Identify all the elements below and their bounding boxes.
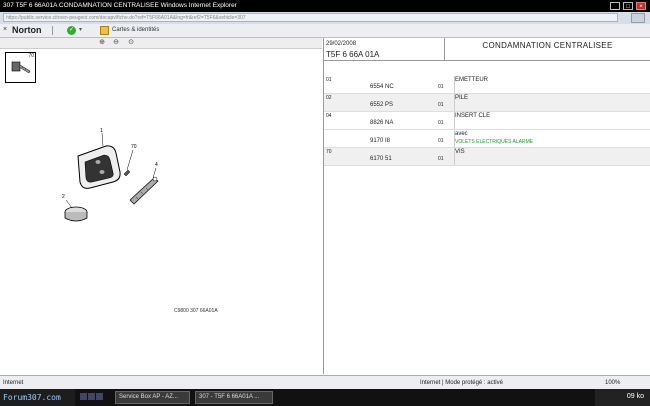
catalog-date: 29/02/2008 (326, 41, 357, 47)
item-number: 04 (326, 113, 332, 119)
parts-table: 01 6554 NC 01 EMETTEUR 02 6552 PS 01 PIL… (324, 76, 650, 166)
zoom-out-icon[interactable]: ⊖ (112, 39, 120, 47)
browser-icon[interactable] (88, 393, 95, 400)
part-description: EMETTEUR (455, 77, 488, 83)
zoom-fit-icon[interactable]: ⊙ (127, 39, 135, 47)
parts-pane: 29/02/2008 T5F 6 66A 01A CONDAMNATION CE… (324, 38, 650, 374)
part-description: INSERT CLE (455, 113, 491, 119)
table-row[interactable]: 04 8826 NA 01 INSERT CLE (324, 112, 650, 130)
status-bar: Internet Internet | Mode protégé : activ… (0, 375, 650, 390)
safe-web-check-icon[interactable]: ✓ (67, 26, 76, 35)
part-quantity: 01 (438, 84, 444, 90)
zoom-in-icon[interactable]: ⊕ (98, 39, 106, 47)
key-insert-shape (129, 176, 159, 205)
diagram-label-70: 70 (131, 144, 137, 150)
part-reference[interactable]: 6170 51 (370, 156, 392, 162)
close-button[interactable]: × (636, 2, 646, 10)
screw-shape (123, 169, 131, 177)
part-reference[interactable]: 8826 NA (370, 120, 393, 126)
window-titlebar: 307 T5F 6 66A01A CONDAMNATION CENTRALISE… (0, 0, 650, 12)
table-row[interactable]: 9170 I8 01 avec VOLETS ELECTRIQUES ALARM… (324, 130, 650, 148)
part-thumbnail[interactable]: 70 (5, 52, 36, 83)
status-text: Internet (3, 380, 24, 386)
toolbar-divider (52, 26, 53, 35)
item-number: 01 (326, 77, 332, 83)
diagram-label-2: 2 (62, 194, 65, 200)
part-description: VIS (455, 149, 465, 155)
norton-logo: Norton (12, 25, 42, 35)
start-button[interactable]: Forum307.com (0, 389, 75, 406)
part-reference[interactable]: 6552 PS (370, 102, 393, 108)
diagram-pane: ⊕ ⊖ ⊙ 70 1 2 70 4 C9800 307 66A01A (0, 38, 322, 374)
thumbnail-number: 70 (28, 53, 34, 59)
table-row[interactable]: 70 6170 51 01 VIS (324, 148, 650, 166)
quick-launch (80, 393, 105, 402)
part-reference[interactable]: 9170 I8 (370, 138, 390, 144)
battery-shape (64, 206, 88, 222)
desktop-icon[interactable] (80, 393, 87, 400)
part-condition: VOLETS ELECTRIQUES ALARME (455, 139, 534, 145)
diagram-toolbar: ⊕ ⊖ ⊙ (0, 38, 322, 49)
security-zone[interactable]: Internet | Mode protégé : activé (420, 376, 503, 390)
catalog-reference: T5F 6 66A 01A (326, 50, 380, 59)
part-reference[interactable]: 6554 NC (370, 84, 394, 90)
diagram-label-1: 1 (100, 128, 103, 134)
window-title: 307 T5F 6 66A01A CONDAMNATION CENTRALISE… (3, 2, 237, 9)
diagram-label-4: 4 (155, 162, 158, 168)
minimize-button[interactable]: _ (610, 2, 620, 10)
taskbar-button[interactable]: Service Box AP - AZ... (115, 391, 190, 404)
parts-header: 29/02/2008 T5F 6 66A 01A CONDAMNATION CE… (324, 38, 650, 61)
cards-identities-button[interactable]: Cartes & identités (112, 24, 159, 37)
item-number: 02 (326, 95, 332, 101)
diagram-reference: C9800 307 66A01A (174, 308, 218, 314)
zoom-level[interactable]: 100% (605, 376, 620, 390)
part-quantity: 01 (438, 138, 444, 144)
item-number: 70 (326, 149, 332, 155)
part-description: avec (455, 131, 468, 137)
catalog-title: CONDAMNATION CENTRALISEE (482, 41, 613, 50)
taskbar-button[interactable]: 307 - T5F 6 66A01A ... (195, 391, 273, 404)
maximize-button[interactable]: □ (623, 2, 633, 10)
identity-card-icon[interactable] (100, 26, 109, 35)
close-toolbar-icon[interactable]: × (3, 26, 7, 33)
address-input[interactable]: https://public.service.citroen-peugeot.c… (3, 13, 618, 22)
folder-icon[interactable] (96, 393, 103, 400)
emitter-shape (77, 145, 121, 189)
norton-toolbar: × Norton ✓ ▾ Cartes & identités (0, 24, 650, 38)
table-row[interactable]: 02 6552 PS 01 PILE (324, 94, 650, 112)
chevron-down-icon[interactable]: ▾ (79, 26, 82, 33)
part-quantity: 01 (438, 120, 444, 126)
part-quantity: 01 (438, 102, 444, 108)
system-tray: 09 ko (595, 389, 650, 406)
taskbar: Forum307.com Service Box AP - AZ... 307 … (0, 389, 650, 406)
tray-clock: 09 ko (626, 393, 644, 400)
go-button[interactable] (631, 13, 645, 23)
part-quantity: 01 (438, 156, 444, 162)
part-description: PILE (455, 95, 469, 101)
table-row[interactable]: 01 6554 NC 01 EMETTEUR (324, 76, 650, 94)
exploded-parts-diagram: 1 2 70 4 (62, 128, 159, 222)
